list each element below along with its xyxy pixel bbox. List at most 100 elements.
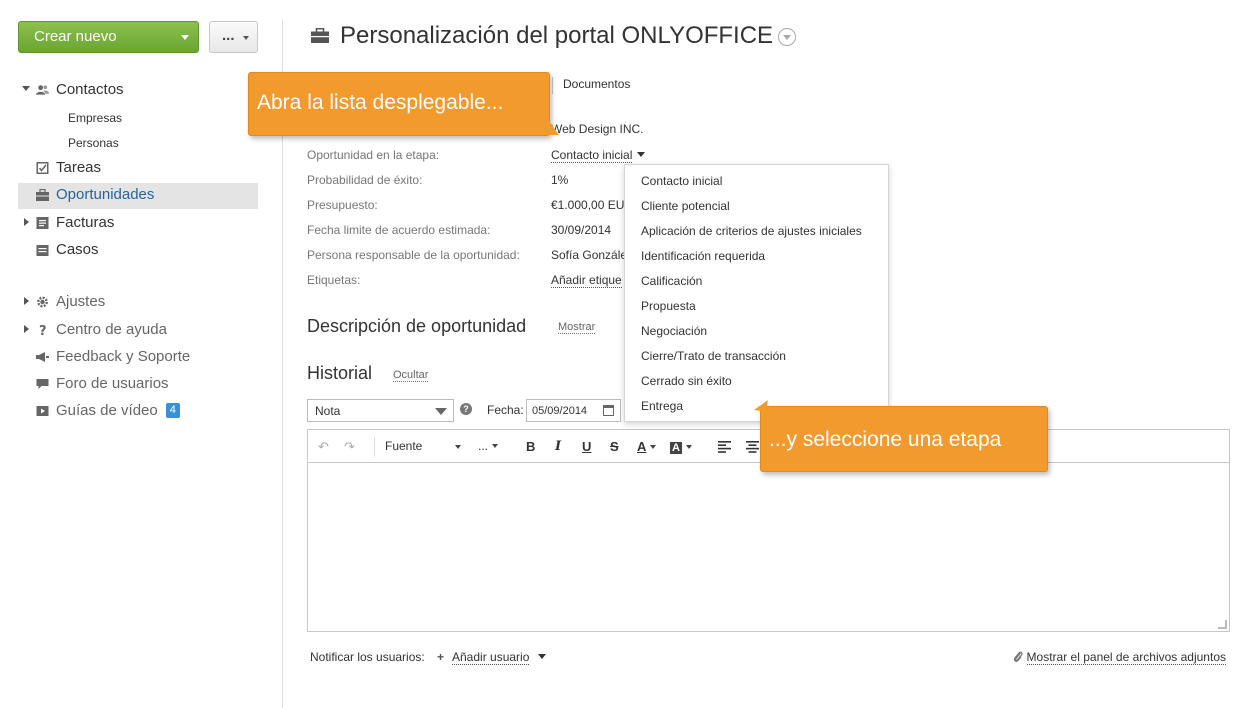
history-type-value: Nota bbox=[315, 404, 341, 418]
svg-text:?: ? bbox=[39, 324, 47, 336]
strikethrough-button[interactable]: S bbox=[610, 439, 619, 454]
video-play-icon bbox=[36, 406, 49, 416]
sidebar-item-feedback[interactable]: Feedback y Soporte bbox=[18, 345, 258, 371]
sidebar-item-label: Feedback y Soporte bbox=[56, 348, 191, 365]
stage-option[interactable]: Cerrado sin éxito bbox=[641, 374, 732, 388]
toolbar-separator bbox=[374, 437, 375, 457]
sidebar-item-contactos[interactable]: Contactos bbox=[18, 78, 258, 104]
sidebar-item-empresas[interactable]: Empresas bbox=[68, 111, 122, 125]
tasks-checkbox-icon bbox=[36, 162, 49, 174]
chevron-down-icon bbox=[685, 445, 692, 449]
responsible-label: Persona responsable de la oportunidad: bbox=[307, 248, 520, 262]
sidebar-item-label: Contactos bbox=[56, 81, 124, 98]
sidebar-item-guias[interactable]: Guías de vídeo 4 bbox=[18, 399, 258, 425]
date-label: Fecha: bbox=[487, 403, 524, 417]
more-actions-label: ... bbox=[222, 27, 235, 44]
stage-option[interactable]: Calificación bbox=[641, 274, 702, 288]
bold-button[interactable]: B bbox=[526, 439, 535, 454]
tab-documentos[interactable]: Documentos bbox=[552, 77, 630, 94]
create-new-button[interactable]: Crear nuevo bbox=[18, 21, 199, 53]
sidebar-item-tareas[interactable]: Tareas bbox=[18, 156, 258, 182]
gear-icon bbox=[37, 296, 48, 308]
calendar-icon[interactable] bbox=[603, 405, 614, 416]
history-toggle-link[interactable]: Ocultar bbox=[393, 369, 429, 382]
responsible-value[interactable]: Sofía Gonzále bbox=[551, 248, 627, 262]
expand-arrow-icon[interactable] bbox=[24, 218, 29, 226]
sidebar-item-label: Facturas bbox=[56, 214, 115, 231]
add-user-link[interactable]: + Añadir usuario bbox=[437, 650, 547, 665]
font-size-select[interactable]: ... bbox=[478, 439, 499, 453]
sidebar-item-facturas[interactable]: Facturas bbox=[18, 211, 258, 237]
date-value: 05/09/2014 bbox=[532, 405, 588, 417]
stage-option[interactable]: Identificación requerida bbox=[641, 249, 765, 263]
briefcase-icon bbox=[311, 28, 329, 43]
invoice-icon bbox=[36, 217, 49, 229]
stage-option[interactable]: Cierre/Trato de transacción bbox=[641, 349, 786, 363]
add-user-label: Añadir usuario bbox=[452, 650, 530, 665]
chevron-down-icon bbox=[637, 152, 646, 157]
align-left-icon[interactable] bbox=[718, 441, 731, 453]
stage-label: Oportunidad en la etapa: bbox=[307, 148, 440, 162]
text-color-button[interactable]: A bbox=[637, 439, 657, 454]
stage-dropdown-toggle[interactable]: Contacto inicial bbox=[551, 148, 646, 163]
help-icon[interactable]: ? bbox=[460, 403, 472, 415]
sidebar-item-personas[interactable]: Personas bbox=[68, 136, 119, 150]
chevron-down-icon bbox=[650, 445, 657, 449]
tutorial-callout-select-stage: ...y seleccione una etapa bbox=[760, 406, 1048, 472]
align-center-icon[interactable] bbox=[746, 441, 759, 453]
sidebar-item-label: Ajustes bbox=[56, 293, 106, 310]
attachments-panel-link[interactable]: Mostrar el panel de archivos adjuntos bbox=[1013, 650, 1226, 665]
more-actions-button[interactable]: ... bbox=[209, 21, 258, 53]
sidebar-item-label-text: Guías de vídeo bbox=[56, 402, 158, 419]
background-color-button[interactable]: A bbox=[670, 439, 692, 454]
redo-icon[interactable]: ↷ bbox=[344, 439, 355, 455]
sidebar-item-centro-ayuda[interactable]: ? Centro de ayuda bbox=[18, 318, 258, 344]
company-link[interactable]: Web Design INC. bbox=[551, 122, 643, 136]
sidebar-item-ajustes[interactable]: Ajustes bbox=[18, 290, 258, 316]
description-heading: Descripción de oportunidad bbox=[307, 316, 527, 336]
history-type-select[interactable]: Nota bbox=[307, 399, 454, 422]
contacts-icon bbox=[36, 85, 49, 95]
font-family-label: Fuente bbox=[385, 439, 423, 453]
expand-arrow-icon[interactable] bbox=[24, 297, 29, 305]
speech-bubble-icon bbox=[36, 379, 49, 389]
expand-arrow-icon[interactable] bbox=[22, 86, 30, 91]
sidebar-item-casos[interactable]: Casos bbox=[18, 238, 258, 264]
title-dropdown-icon[interactable] bbox=[778, 28, 796, 46]
stage-option[interactable]: Contacto inicial bbox=[641, 174, 722, 188]
sidebar-item-foro[interactable]: Foro de usuarios bbox=[18, 372, 258, 398]
stage-option[interactable]: Aplicación de criterios de ajustes inici… bbox=[641, 224, 862, 238]
italic-button[interactable]: I bbox=[555, 439, 561, 454]
sidebar-item-label: Guías de vídeo 4 bbox=[56, 402, 180, 419]
count-badge: 4 bbox=[165, 403, 180, 418]
date-input[interactable]: 05/09/2014 bbox=[526, 399, 621, 422]
notify-users-label: Notificar los usuarios: bbox=[310, 650, 425, 664]
paperclip-icon bbox=[1013, 651, 1023, 662]
briefcase-icon bbox=[36, 189, 49, 201]
sidebar-item-oportunidades[interactable]: Oportunidades bbox=[18, 183, 258, 209]
text-color-label: A bbox=[637, 439, 647, 454]
sidebar: Crear nuevo ... Contactos Empresas Perso… bbox=[0, 0, 282, 708]
stage-option[interactable]: Entrega bbox=[641, 399, 683, 413]
expand-arrow-icon[interactable] bbox=[24, 325, 29, 333]
resize-handle[interactable] bbox=[1218, 620, 1227, 629]
font-size-label: ... bbox=[478, 439, 489, 453]
stage-option[interactable]: Cliente potencial bbox=[641, 199, 730, 213]
chevron-down-icon bbox=[538, 654, 547, 659]
megaphone-icon bbox=[36, 352, 49, 362]
stage-option[interactable]: Negociación bbox=[641, 324, 707, 338]
underline-button[interactable]: U bbox=[582, 439, 591, 454]
sidebar-item-label: Oportunidades bbox=[56, 186, 155, 203]
stage-dropdown-menu: Contacto inicial Cliente potencial Aplic… bbox=[624, 164, 889, 422]
add-tag-link[interactable]: Añadir etique bbox=[551, 273, 622, 288]
sidebar-item-label: Casos bbox=[56, 241, 99, 258]
stage-option[interactable]: Propuesta bbox=[641, 299, 696, 313]
description-toggle-link[interactable]: Mostrar bbox=[558, 321, 596, 334]
history-heading: Historial bbox=[307, 363, 373, 383]
font-family-select[interactable]: Fuente bbox=[385, 439, 422, 453]
undo-icon[interactable]: ↶ bbox=[318, 439, 329, 455]
budget-label: Presupuesto: bbox=[307, 198, 378, 212]
chevron-down-icon[interactable] bbox=[451, 439, 461, 454]
sidebar-item-label: Centro de ayuda bbox=[56, 321, 167, 338]
budget-value: €1.000,00 EU bbox=[551, 198, 625, 212]
